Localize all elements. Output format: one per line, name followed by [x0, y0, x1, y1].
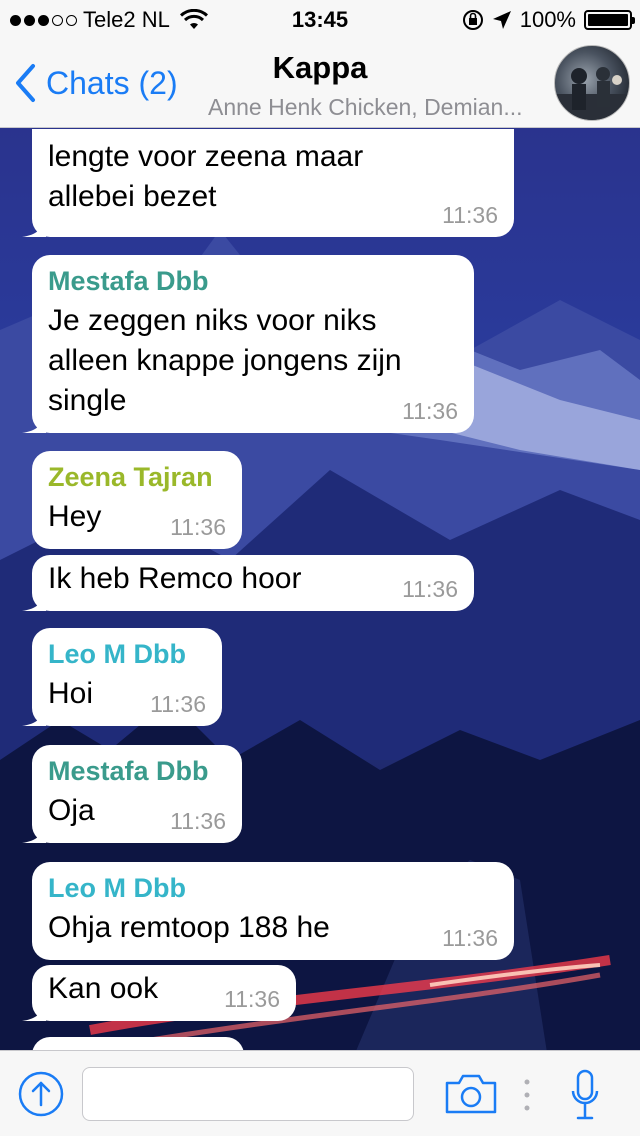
- group-avatar[interactable]: [554, 45, 630, 121]
- message-time: 11:36: [170, 514, 226, 540]
- bubble-tail: [22, 704, 46, 726]
- message-time: 11:36: [442, 925, 498, 951]
- sender-name[interactable]: Zeena Tajran: [48, 457, 226, 497]
- bubble-tail: [22, 821, 46, 843]
- bubble-tail: [22, 999, 46, 1021]
- chat-header: Chats (2) Kappa Anne Henk Chicken, Demia…: [0, 40, 640, 128]
- camera-icon[interactable]: [444, 1073, 498, 1115]
- message-text: Ohja remtoop 188 he: [48, 911, 330, 944]
- location-arrow-icon: [492, 11, 511, 29]
- message-bubble[interactable]: Leo M Dbb Hoi 11:36: [22, 628, 222, 726]
- microphone-icon[interactable]: [570, 1069, 600, 1121]
- message-bubble[interactable]: Ik heb Remco hoor 11:36: [22, 555, 474, 611]
- sender-name[interactable]: Mestafa Dbb: [48, 261, 458, 301]
- sender-name[interactable]: Leo M Dbb: [48, 634, 206, 674]
- message-time: 11:36: [170, 808, 226, 834]
- chat-participants[interactable]: Anne Henk Chicken, Demian...: [208, 94, 548, 121]
- message-input[interactable]: [82, 1067, 414, 1121]
- message-list[interactable]: Alleen nohan en ik hebben de lengte voor…: [0, 129, 640, 1050]
- message-text: Alleen nohan en ik hebben de lengte voor…: [48, 129, 445, 213]
- message-composer: [0, 1050, 640, 1136]
- sender-name[interactable]: Mestafa Dbb: [48, 751, 226, 791]
- sender-name[interactable]: Leo M Dbb: [48, 868, 498, 908]
- battery-icon: [584, 10, 635, 30]
- separator-dots: [524, 1079, 530, 1111]
- bubble-tail: [22, 589, 46, 611]
- rotation-lock-icon: [462, 10, 483, 30]
- message-time: 11:36: [402, 398, 458, 424]
- message-text: Ik heb Remco hoor: [48, 562, 302, 595]
- chat-title[interactable]: Kappa: [0, 50, 640, 86]
- message-time: 11:36: [224, 986, 280, 1012]
- message-bubble[interactable]: Mestafa Dbb Oja 11:36: [22, 745, 242, 843]
- message-time: 11:36: [402, 576, 458, 602]
- message-bubble-partial[interactable]: [32, 1037, 244, 1050]
- bubble-tail: [22, 215, 46, 237]
- message-bubble[interactable]: Zeena Tajran Hey 11:36: [32, 451, 242, 549]
- battery-percent: 100%: [519, 7, 576, 32]
- battery-level: [588, 14, 628, 26]
- bubble-tail: [22, 411, 46, 433]
- message-bubble[interactable]: Alleen nohan en ik hebben de lengte voor…: [22, 129, 514, 237]
- message-text: Je zeggen niks voor niks alleen knappe j…: [48, 304, 402, 417]
- message-time: 11:36: [442, 202, 498, 228]
- message-bubble[interactable]: Kan ook 11:36: [22, 965, 296, 1021]
- message-bubble[interactable]: Leo M Dbb Ohja remtoop 188 he 11:36: [32, 862, 514, 960]
- share-arrow-icon[interactable]: [18, 1071, 64, 1117]
- message-bubble[interactable]: Mestafa Dbb Je zeggen niks voor niks all…: [22, 255, 474, 433]
- status-bar: Tele2 NL 13:45 100%: [0, 0, 640, 40]
- message-time: 11:36: [150, 691, 206, 717]
